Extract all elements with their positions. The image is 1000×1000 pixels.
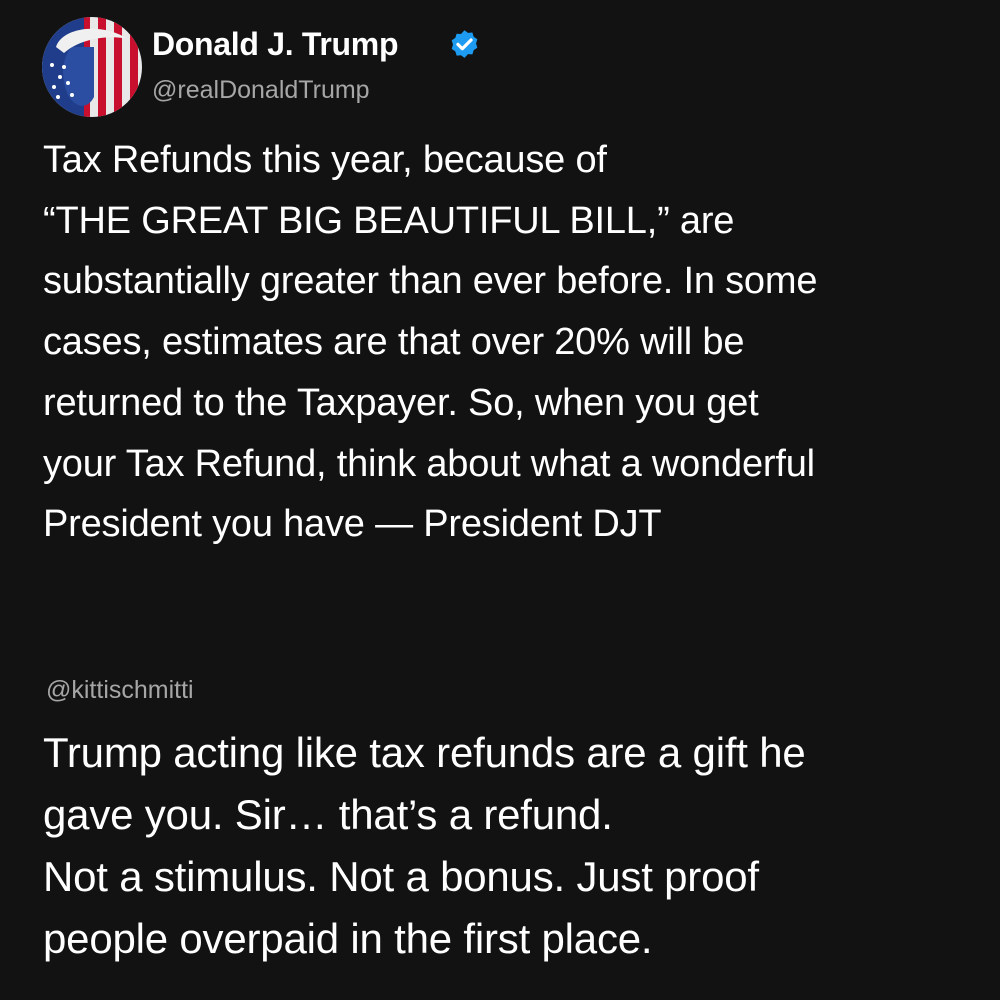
author-handle[interactable]: @realDonaldTrump (152, 74, 370, 106)
post-text: Tax Refunds this year, because of “THE G… (43, 139, 818, 546)
reply-text: Trump acting like tax refunds are a gift… (43, 729, 806, 962)
author-name[interactable]: Donald J. Trump (152, 24, 399, 64)
reply-author-handle[interactable]: @kittischmitti (46, 674, 194, 706)
verified-badge-icon (451, 30, 478, 58)
quoted-post: Donald J. Trump @realDonaldTrump Tax Ref… (0, 0, 1000, 580)
avatar[interactable] (42, 17, 142, 117)
avatar-image (42, 17, 142, 117)
